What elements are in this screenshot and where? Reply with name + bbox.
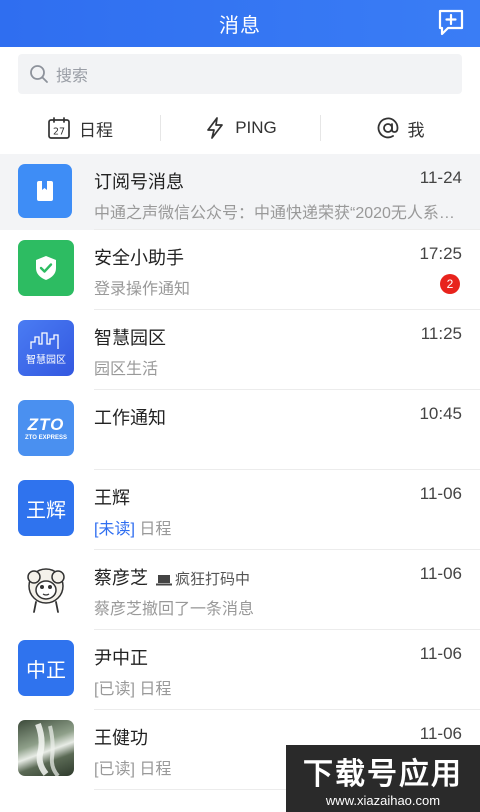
- conversation-name: 尹中正: [94, 648, 148, 668]
- site-watermark: 下载号应用 www.xiazaihao.com: [286, 745, 480, 812]
- shield-check-icon: [36, 256, 56, 280]
- read-status-tag: [已读]: [94, 761, 135, 778]
- conversation-time: 17:25: [419, 244, 462, 263]
- mentions-label: 我: [407, 120, 425, 140]
- calendar-day: 27: [53, 127, 65, 138]
- conversation-time: 11-24: [419, 168, 462, 187]
- avatar: [18, 720, 74, 776]
- conversation-time: 10:45: [419, 404, 462, 423]
- avatar: [18, 560, 74, 616]
- laptop-icon: [156, 575, 172, 586]
- contact-status-text: 疯狂打码中: [175, 571, 251, 588]
- conversation-cai-yanzhi[interactable]: 蔡彦芝 疯狂打码中 11-06 蔡彦芝撤回了一条消息: [0, 550, 480, 630]
- conversation-name: 王健功: [94, 728, 148, 748]
- unread-badge: 2: [440, 274, 460, 294]
- waterfall-photo-icon: [35, 722, 60, 776]
- page-title: 消息: [219, 15, 261, 37]
- schedule-button[interactable]: 27 日程: [0, 102, 160, 154]
- conversation-preview: 中通之声微信公众号：中通快递荣获“2020无人系…: [94, 205, 455, 222]
- contact-status: 疯狂打码中: [156, 571, 250, 588]
- read-status-tag: [未读]: [94, 521, 135, 538]
- search-icon: [30, 65, 48, 83]
- search-placeholder: 搜索: [56, 68, 89, 85]
- conversation-security-assistant[interactable]: 安全小助手 17:25 登录操作通知 2: [0, 230, 480, 310]
- ping-button[interactable]: PING: [160, 102, 320, 154]
- preview-text: 日程: [139, 681, 172, 698]
- preview-text: 日程: [139, 761, 172, 778]
- conversation-name: 工作通知: [94, 408, 166, 428]
- conversation-preview: 蔡彦芝撤回了一条消息: [94, 601, 255, 618]
- read-status-tag: [已读]: [94, 681, 135, 698]
- conversation-name: 安全小助手: [94, 248, 184, 268]
- avatar-initials: 中正: [26, 659, 66, 682]
- conversation-work-notice[interactable]: ZTO ZTO EXPRESS 工作通知 10:45: [0, 390, 480, 470]
- mentions-button[interactable]: 我: [320, 102, 480, 154]
- calendar-icon: 27: [48, 117, 70, 139]
- bookmark-icon: [37, 181, 53, 201]
- conversation-preview: 登录操作通知: [94, 281, 191, 298]
- app-header: 消息: [0, 0, 480, 47]
- ping-label: PING: [235, 118, 277, 137]
- conversation-preview: [已读] 日程: [94, 675, 171, 699]
- conversation-preview: [未读] 日程: [94, 515, 171, 539]
- conversation-list: 订阅号消息 11-24 中通之声微信公众号：中通快递荣获“2020无人系… 安全…: [0, 154, 480, 790]
- avatar-label: 智慧园区: [26, 355, 66, 366]
- new-chat-icon[interactable]: [436, 7, 466, 37]
- conversation-preview: 园区生活: [94, 361, 159, 378]
- conversation-smart-park[interactable]: 智慧园区 智慧园区 11:25 园区生活: [0, 310, 480, 390]
- conversation-wang-hui[interactable]: 王辉 王辉 11-06 [未读] 日程: [0, 470, 480, 550]
- conversation-time: 11-06: [419, 564, 462, 583]
- conversation-preview: [已读] 日程: [94, 755, 171, 779]
- conversation-name: 王辉: [94, 488, 130, 508]
- conversation-time: 11-06: [419, 484, 462, 503]
- avatar: [18, 240, 74, 296]
- watermark-title: 下载号应用: [303, 758, 463, 791]
- sheep-avatar-icon: [27, 568, 65, 613]
- quick-action-bar: 27 日程 PING 我: [0, 102, 480, 154]
- avatar: ZTO ZTO EXPRESS: [18, 400, 74, 456]
- avatar-initials: 王辉: [26, 499, 66, 522]
- preview-text: 日程: [139, 521, 172, 538]
- conversation-time: 11-06: [419, 724, 462, 743]
- city-skyline-icon: [30, 332, 59, 349]
- conversation-name: 智慧园区: [94, 328, 166, 348]
- at-icon: [377, 117, 398, 139]
- avatar: 中正: [18, 640, 74, 696]
- avatar-sublabel: ZTO EXPRESS: [25, 435, 67, 441]
- zto-logo-icon: ZTO: [27, 415, 65, 434]
- avatar: [18, 164, 72, 218]
- lightning-icon: [207, 117, 224, 139]
- conversation-time: 11-06: [419, 644, 462, 663]
- search-section: 搜索: [0, 47, 480, 102]
- conversation-time: 11:25: [420, 324, 462, 343]
- avatar: 王辉: [18, 480, 74, 536]
- conversation-name: 订阅号消息: [94, 172, 184, 192]
- conversation-yin-zhongzheng[interactable]: 中正 尹中正 11-06 [已读] 日程: [0, 630, 480, 710]
- avatar: 智慧园区: [18, 320, 74, 376]
- search-input[interactable]: 搜索: [18, 54, 462, 94]
- schedule-label: 日程: [79, 120, 113, 140]
- conversation-name: 蔡彦芝 疯狂打码中: [94, 564, 250, 590]
- contact-name: 蔡彦芝: [94, 568, 148, 588]
- conversation-subscriptions[interactable]: 订阅号消息 11-24 中通之声微信公众号：中通快递荣获“2020无人系…: [0, 154, 480, 230]
- watermark-url: www.xiazaihao.com: [325, 793, 441, 808]
